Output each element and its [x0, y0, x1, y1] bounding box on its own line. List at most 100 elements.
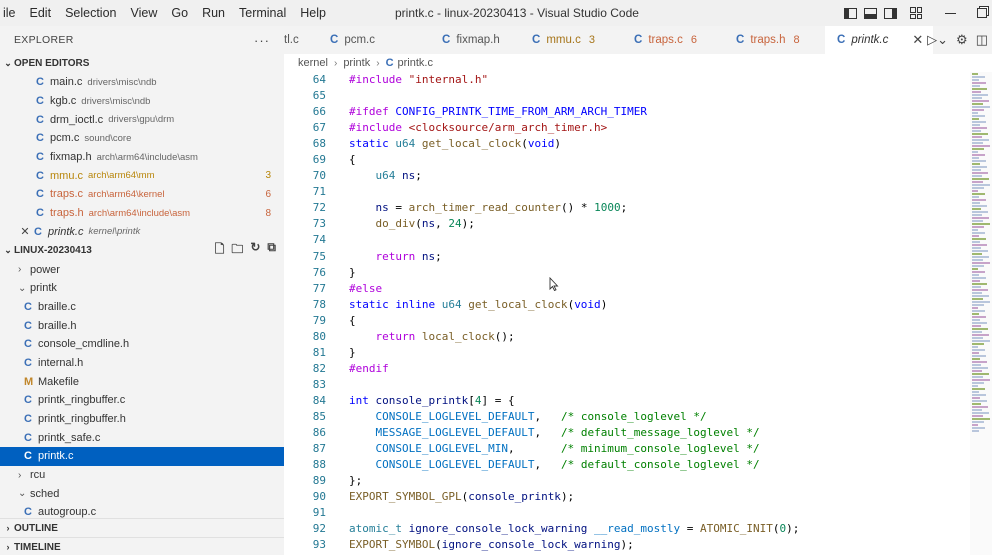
tab-mmu-c[interactable]: Cmmu.c 3: [520, 26, 622, 54]
breadcrumb-segment[interactable]: kernel: [298, 57, 328, 69]
file-name: fixmap.h: [50, 151, 92, 164]
open-editors-header[interactable]: ⌄ OPEN EDITORS: [0, 54, 284, 73]
menu-item-ile[interactable]: ile: [0, 0, 23, 26]
minimap-line: [972, 379, 990, 381]
tree-file-item[interactable]: Cprintk_ringbuffer.c: [0, 391, 284, 410]
folder-item[interactable]: ⌄ sched: [0, 484, 284, 503]
chevron-down-icon: ⌄: [4, 58, 12, 68]
minimap-line: [972, 352, 979, 354]
timeline-label: TIMELINE: [14, 541, 61, 553]
line-number: 93: [312, 538, 326, 552]
close-icon[interactable]: ✕: [912, 32, 923, 48]
minimap-line: [972, 271, 985, 273]
minimap[interactable]: [970, 72, 992, 555]
problem-count-badge: 8: [793, 34, 800, 46]
c-file-icon: C: [36, 169, 44, 182]
collapse-all-icon[interactable]: ⧉: [267, 240, 276, 261]
minimap-line: [972, 226, 984, 228]
menu-item-run[interactable]: Run: [195, 0, 232, 26]
tab-traps-c[interactable]: Ctraps.c 6: [622, 26, 724, 54]
file-name: drm_ioctl.c: [50, 113, 104, 126]
code-token: ;: [620, 201, 628, 215]
folder-item[interactable]: › rcu: [0, 466, 284, 485]
timeline-header[interactable]: › TIMELINE: [0, 537, 284, 555]
toggle-primary-sidebar-icon[interactable]: [840, 0, 860, 26]
workspace-header[interactable]: ⌄ LINUX-20230413 🗋 🗀 ↻ ⧉: [0, 240, 284, 261]
open-editor-item[interactable]: Cmmu.c arch\arm64\mm 3: [0, 166, 284, 185]
code-token: ;: [415, 169, 422, 183]
open-editor-item[interactable]: Cmain.c drivers\misc\ndb: [0, 73, 284, 92]
tab-label: printk.c: [851, 34, 889, 46]
breadcrumb-file[interactable]: printk.c: [398, 57, 433, 69]
run-debug-icon[interactable]: ▷⌄: [927, 32, 948, 48]
open-editor-item[interactable]: Cdrm_ioctl.c drivers\gpu\drm: [0, 110, 284, 129]
toggle-panel-icon[interactable]: [860, 0, 880, 26]
minimap-line: [972, 382, 984, 384]
editor-tabs: tl.c Cpcm.c Cfixmap.h Cmmu.c 3 Ctraps.c 6 Ctrap…: [284, 26, 992, 54]
minimap-line: [972, 166, 987, 168]
menu-item-selection[interactable]: Selection: [58, 0, 123, 26]
open-editor-item[interactable]: ✕ Cprintk.c kernel\printk: [0, 223, 284, 242]
code-text: static u64 get_local_clock(void): [326, 136, 561, 152]
minimap-line: [972, 118, 979, 120]
breadcrumb-segment[interactable]: printk: [343, 57, 370, 69]
editor-actions: ▷⌄ ⚙ ◫: [927, 26, 992, 54]
tree-file-item[interactable]: Cprintk.c: [0, 447, 284, 466]
tab-printk-c[interactable]: Cprintk.c ✕: [825, 26, 935, 54]
code-editor[interactable]: 64 #include "internal.h" 65 66 #ifdef CONFIG…: [284, 72, 970, 555]
settings-gear-icon[interactable]: ⚙: [956, 32, 968, 48]
chevron-right-icon: ›: [333, 57, 338, 69]
menu-item-edit[interactable]: Edit: [23, 0, 59, 26]
code-token: #else: [349, 281, 383, 295]
minimap-line: [972, 97, 982, 99]
open-editor-item[interactable]: Cfixmap.h arch\arm64\include\asm: [0, 148, 284, 167]
minimap-line: [972, 268, 978, 270]
outline-header[interactable]: › OUTLINE: [0, 518, 284, 537]
restore-icon[interactable]: [972, 0, 992, 26]
tree-file-item[interactable]: Cprintk_ringbuffer.h: [0, 410, 284, 429]
open-editor-item[interactable]: Ctraps.c arch\arm64\kernel 6: [0, 185, 284, 204]
tab-pcm-c[interactable]: Cpcm.c: [318, 26, 418, 54]
tree-file-item[interactable]: Cbraille.c: [0, 298, 284, 317]
minimap-line: [972, 193, 985, 195]
tab-fixmap-h[interactable]: Cfixmap.h: [418, 26, 520, 54]
line-number: 82: [312, 361, 326, 375]
menu-item-terminal[interactable]: Terminal: [232, 0, 293, 26]
tab-traps-h[interactable]: Ctraps.h 8: [724, 26, 825, 54]
minimap-line: [972, 418, 990, 420]
customize-layout-icon[interactable]: [906, 0, 926, 26]
line-number: 71: [312, 185, 326, 199]
toggle-secondary-sidebar-icon[interactable]: [880, 0, 900, 26]
folder-item[interactable]: › power: [0, 260, 284, 279]
close-icon[interactable]: ✕: [16, 225, 34, 238]
folder-item[interactable]: ⌄ printk: [0, 279, 284, 298]
code-line: 72 ns = arch_timer_read_counter() * 1000…: [284, 200, 970, 216]
menu-item-view[interactable]: View: [124, 0, 165, 26]
tree-file-item[interactable]: Cbraille.h: [0, 316, 284, 335]
tab-tl-c[interactable]: tl.c: [284, 26, 318, 54]
file-name: printk.c: [38, 450, 74, 463]
menu-item-help[interactable]: Help: [293, 0, 333, 26]
minimap-line: [972, 82, 986, 84]
chevron-down-icon: ⌄: [18, 488, 27, 500]
more-actions-icon[interactable]: ···: [254, 33, 270, 48]
tree-file-item[interactable]: Cinternal.h: [0, 354, 284, 373]
new-file-icon[interactable]: 🗋: [215, 240, 225, 261]
minimap-line: [972, 400, 987, 402]
tree-file-item[interactable]: Cconsole_cmdline.h: [0, 335, 284, 354]
code-text: {: [326, 152, 356, 168]
tree-file-item[interactable]: Cprintk_safe.c: [0, 428, 284, 447]
line-number: 90: [312, 490, 326, 504]
menu-item-go[interactable]: Go: [164, 0, 195, 26]
open-editor-item[interactable]: Ckgb.c drivers\misc\ndb: [0, 92, 284, 111]
open-editor-item[interactable]: Ctraps.h arch\arm64\include\asm 8: [0, 204, 284, 223]
open-editor-item[interactable]: Cpcm.c sound\core: [0, 129, 284, 148]
split-editor-icon[interactable]: ◫: [976, 32, 988, 48]
minimize-icon[interactable]: [940, 0, 960, 26]
code-line: 85 CONSOLE_LOGLEVEL_DEFAULT, /* console_…: [284, 409, 970, 425]
new-folder-icon[interactable]: 🗀: [231, 240, 243, 261]
refresh-icon[interactable]: ↻: [250, 240, 260, 261]
tree-file-item[interactable]: M Makefile: [0, 372, 284, 391]
